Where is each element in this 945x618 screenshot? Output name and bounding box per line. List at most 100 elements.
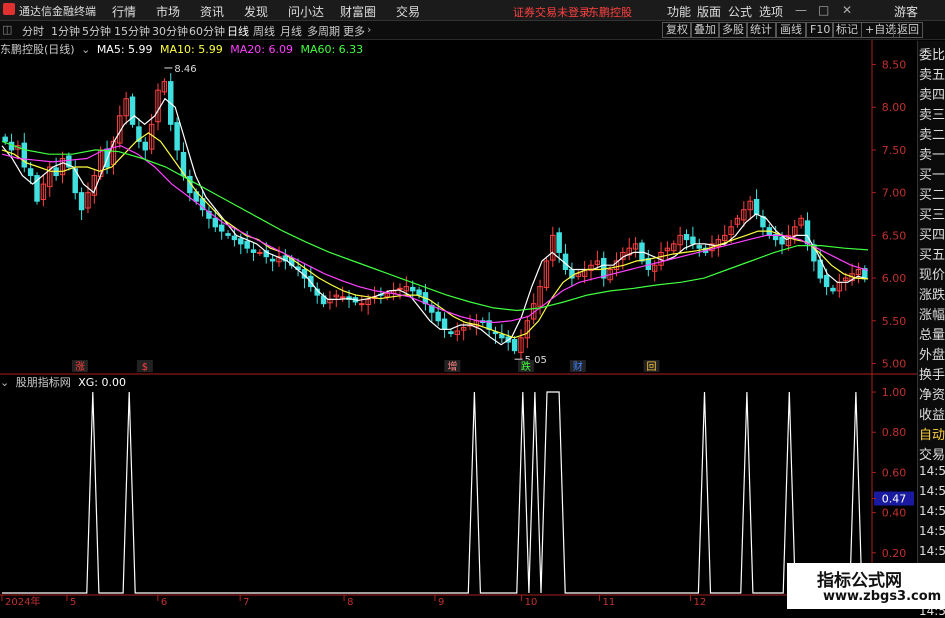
y-tick-label-7: 5.00 [882,357,907,370]
menu-shichang[interactable]: 市场 [156,3,180,20]
side-item-1[interactable]: 卖五 [919,64,945,83]
y-tick-label-6: 5.50 [882,315,907,328]
btn-huaxian[interactable]: 画线 [776,22,806,38]
side-item-9[interactable]: 买四 [919,224,945,243]
btn-tongji[interactable]: 统计 [746,22,776,38]
side-item-24[interactable]: 14:56 [919,524,945,538]
btn-fuquan[interactable]: 复权 [662,22,692,38]
period-more[interactable]: 更多 [343,23,365,39]
side-item-21[interactable]: 14:56 [919,464,945,478]
indicator-header: ⌄ 股朋指标网 XG: 0.00 [0,374,126,390]
period-5min[interactable]: 5分钟 [82,23,111,39]
btn-back[interactable]: 返回 [893,22,923,38]
candle-body [2,136,8,142]
side-item-4[interactable]: 卖二 [919,124,945,143]
side-item-19[interactable]: 自动 [919,424,945,443]
period-monthly[interactable]: 月线 [280,23,302,39]
menu-gongneng[interactable]: 功能 [667,3,691,20]
period-daily[interactable]: 日线 [227,23,249,39]
btn-diejia[interactable]: 叠加 [690,22,720,38]
x-tick-label-1: 5 [70,597,76,608]
side-item-10[interactable]: 买五 [919,244,945,263]
y-tick-label-4: 6.50 [882,229,907,242]
side-item-3[interactable]: 卖三 [919,104,945,123]
y-tick-label-0: 8.50 [882,59,907,72]
side-item-13[interactable]: 涨幅 [919,304,945,323]
period-15min[interactable]: 15分钟 [114,23,150,39]
ma-line-ma60 [1,140,869,312]
menu-caifuquan[interactable]: 财富圈 [340,3,376,20]
period-1min[interactable]: 1分钟 [51,23,80,39]
side-item-23[interactable]: 14:56 [919,504,945,518]
menu-faxian[interactable]: 发现 [244,3,268,20]
close-icon[interactable]: ✕ [842,3,852,17]
candle-body [823,274,830,288]
panel-toggle-icon[interactable]: ◫ [2,23,12,36]
kline-chart[interactable]: 8.508.007.507.006.506.005.505.008.465.05… [0,40,917,609]
candle-body [238,238,244,245]
ma-line-ma5 [1,97,869,346]
menu-zixun[interactable]: 资讯 [200,3,224,20]
indicator-name: 股朋指标网 [15,376,71,389]
candle-body [690,236,696,245]
login-warning[interactable]: 证券交易未登录 [513,4,590,20]
menu-hangqing[interactable]: 行情 [112,3,136,20]
x-tick-label-5: 9 [438,597,444,608]
chevron-right-icon[interactable]: › [367,23,371,36]
candle-body [339,296,346,299]
minimize-icon[interactable]: — [795,3,807,17]
btn-biaoji[interactable]: 标记 [832,22,862,38]
event-marker-1: $ [142,362,148,373]
main-chart-header: 东鹏控股(日线) ⌄ MA5: 5.99 MA10: 5.99 MA20: 6.… [0,41,363,57]
candle-body [753,198,760,215]
candle-body [409,286,416,292]
side-item-22[interactable]: 14:56 [919,484,945,498]
side-item-17[interactable]: 净资 [919,384,945,403]
candle-body [359,303,365,306]
side-item-8[interactable]: 买三 [919,204,945,223]
maximize-icon[interactable]: □ [818,3,829,17]
candle-body [244,240,250,249]
side-item-15[interactable]: 外盘 [919,344,945,363]
side-item-5[interactable]: 卖一 [919,144,945,163]
side-item-2[interactable]: 卖四 [919,84,945,103]
side-item-16[interactable]: 换手 [919,364,945,383]
current-stock-name[interactable]: 东鹏控股 [588,4,632,20]
btn-duogu[interactable]: 多股 [718,22,748,38]
settings-dropdown-icon[interactable]: ⌄ [81,43,90,56]
y-tick-label-1: 8.00 [882,101,907,114]
indicator-value: XG: 0.00 [78,376,126,389]
side-item-6[interactable]: 买一 [919,164,945,183]
candle-body [225,233,231,236]
y-tick-label-3: 7.00 [882,187,907,200]
menu-gongshi[interactable]: 公式 [728,3,752,20]
period-30min[interactable]: 30分钟 [152,23,188,39]
period-60min[interactable]: 60分钟 [189,23,225,39]
side-item-20[interactable]: 交易 [919,444,945,463]
period-weekly[interactable]: 周线 [253,23,275,39]
candle-body [269,258,276,262]
ind-y-tick-label-1: 0.80 [882,426,907,439]
candle-body [499,333,505,339]
menu-wenxiaoda[interactable]: 问小达 [288,3,324,20]
candle-body [511,339,518,352]
menu-xuanxiang[interactable]: 选项 [759,3,783,20]
menu-jiaoyi[interactable]: 交易 [396,3,420,20]
side-item-0[interactable]: 委比 [919,44,945,63]
period-multi[interactable]: 多周期 [307,23,340,39]
guest-user[interactable]: 游客 [894,3,918,20]
side-item-25[interactable]: 14:56 [919,544,945,558]
side-item-11[interactable]: 现价 [919,264,945,283]
x-tick-label-7: 11 [603,597,616,608]
period-fenshi[interactable]: 分时 [22,23,44,39]
indicator-dropdown-icon[interactable]: ⌄ [0,376,9,389]
side-item-18[interactable]: 收益 [919,404,945,423]
side-item-7[interactable]: 买二 [919,184,945,203]
menu-banmian[interactable]: 版面 [697,3,721,20]
ind-y-tick-label-5: 0.20 [882,547,907,560]
side-item-14[interactable]: 总量 [919,324,945,343]
side-item-12[interactable]: 涨跌 [919,284,945,303]
title-bar: 通达信金融终端 行情 市场 资讯 发现 问小达 财富圈 交易 证券交易未登录 东… [0,0,945,21]
app-title: 通达信金融终端 [19,5,96,18]
btn-f10[interactable]: F10 [806,22,835,38]
